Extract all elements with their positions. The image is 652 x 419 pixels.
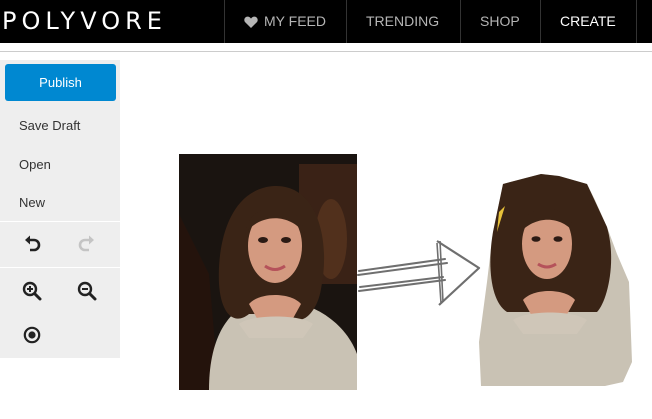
- zoom-out-icon: [77, 281, 97, 301]
- undo-icon: [25, 235, 41, 252]
- nav-my-feed[interactable]: MY FEED: [224, 0, 346, 43]
- top-navigation-bar: POLYVORE MY FEED TRENDING SHOP CREATE: [0, 0, 652, 43]
- sidebar-divider: [0, 267, 120, 268]
- zoom-out-button[interactable]: [76, 280, 98, 302]
- center-button[interactable]: [21, 324, 43, 346]
- new-button[interactable]: New: [19, 195, 45, 210]
- save-draft-button[interactable]: Save Draft: [19, 118, 80, 133]
- zoom-in-icon: [22, 281, 42, 301]
- main-nav: MY FEED TRENDING SHOP CREATE: [224, 0, 637, 43]
- nav-create[interactable]: CREATE: [540, 0, 637, 43]
- polyvore-logo[interactable]: POLYVORE: [0, 0, 224, 43]
- nav-shop[interactable]: SHOP: [460, 0, 540, 43]
- nav-trending-label: TRENDING: [366, 13, 440, 29]
- zoom-in-button[interactable]: [21, 280, 43, 302]
- nav-create-label: CREATE: [560, 13, 616, 29]
- sidebar-divider: [0, 221, 120, 222]
- redo-icon: [78, 235, 94, 252]
- publish-button[interactable]: Publish: [5, 64, 116, 101]
- undo-button[interactable]: [21, 233, 43, 255]
- heart-icon: [244, 16, 258, 28]
- original-photo[interactable]: [179, 154, 357, 390]
- cutout-photo[interactable]: [477, 172, 632, 389]
- open-button[interactable]: Open: [19, 157, 51, 172]
- sketch-arrow: [357, 240, 481, 306]
- nav-trending[interactable]: TRENDING: [346, 0, 460, 43]
- nav-shop-label: SHOP: [480, 13, 520, 29]
- editor-sidebar: Publish Save Draft Open New: [0, 60, 120, 358]
- nav-my-feed-label: MY FEED: [264, 13, 326, 29]
- redo-button[interactable]: [76, 233, 98, 255]
- target-icon: [23, 326, 41, 344]
- editor-canvas[interactable]: [120, 52, 652, 419]
